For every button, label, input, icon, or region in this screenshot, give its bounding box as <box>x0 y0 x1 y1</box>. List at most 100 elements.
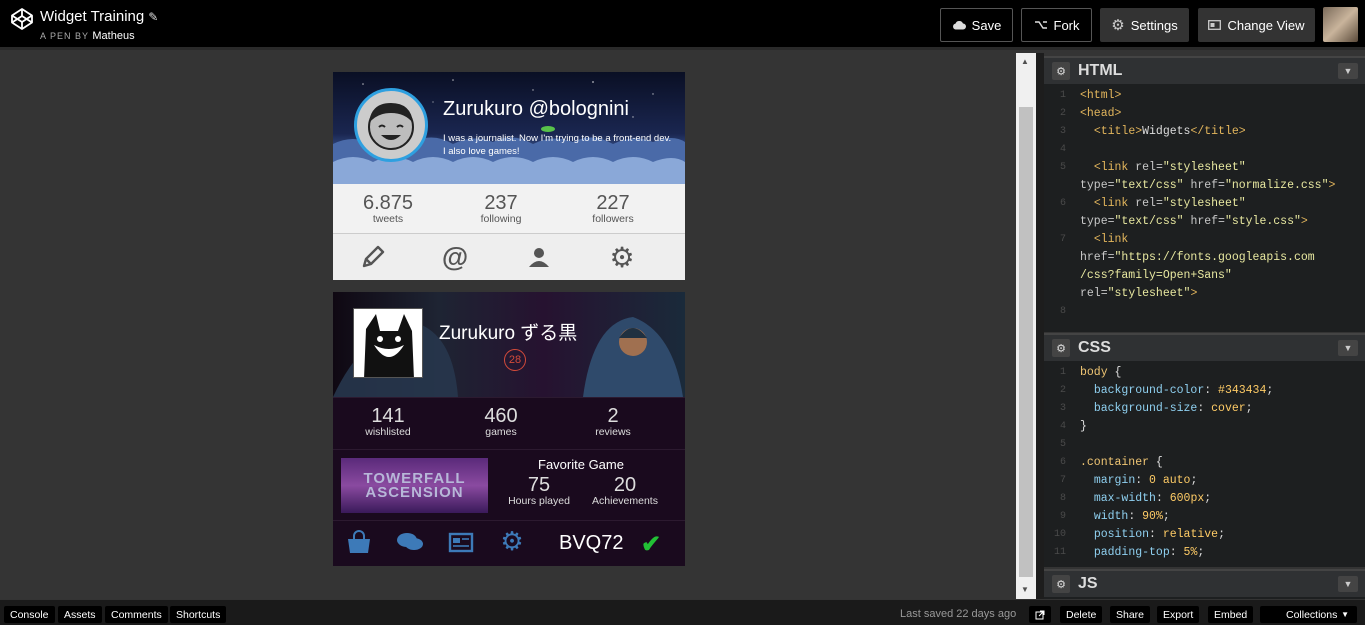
fork-label: Fork <box>1053 17 1080 33</box>
stat-value: 20 <box>613 474 637 496</box>
html-code[interactable]: 1 <html> 2 <head> 3 <title>Widgets</title>… <box>1044 84 1365 321</box>
bottom-bar: Console Assets Comments Shortcuts Last s… <box>0 599 1365 625</box>
chevron-down-icon[interactable]: ▼ <box>1338 63 1358 79</box>
twitter-actions: @ ⚙ <box>333 235 685 280</box>
stat-value: 2 <box>607 405 619 427</box>
chevron-down-icon[interactable]: ▼ <box>1338 340 1358 356</box>
stat-achievements: 20 Achievements <box>570 474 680 507</box>
fork-icon <box>1034 21 1047 29</box>
js-panel-title: JS <box>1078 575 1098 592</box>
top-bar: Widget Training ✎ A PEN BY Matheus Save F… <box>0 0 1365 50</box>
external-link-icon[interactable] <box>1029 606 1051 623</box>
at-icon[interactable]: @ <box>439 242 471 272</box>
stat-value: 237 <box>484 192 518 214</box>
stat-reviews[interactable]: 2 reviews <box>558 405 668 438</box>
html-panel-header: ⚙ HTML ▼ <box>1044 56 1365 84</box>
last-saved-text: Last saved 22 days ago <box>900 608 1017 620</box>
level-badge: 28 <box>504 349 526 371</box>
scroll-down-icon[interactable]: ▼ <box>1021 585 1029 594</box>
profile-bio: I was a journalist. Now I'm trying to be… <box>443 133 672 157</box>
js-settings-icon[interactable]: ⚙ <box>1052 575 1070 593</box>
scroll-up-icon[interactable]: ▲ <box>1021 57 1029 66</box>
byline-prefix: A PEN BY <box>40 31 89 41</box>
stat-label: following <box>480 213 522 225</box>
share-button[interactable]: Share <box>1110 606 1151 623</box>
steam-actions: ⚙ BVQ72 ✔ <box>333 520 685 566</box>
steam-widget: Zurukuro ずる黒 28 141 wishlisted 460 games… <box>333 292 685 566</box>
css-editor-panel: ⚙ CSS ▼ 1 body { 2 background-color: #343… <box>1044 333 1365 567</box>
favorite-game: TOWERFALL ASCENSION Favorite Game 75 Hou… <box>333 449 685 517</box>
stat-games[interactable]: 460 games <box>446 405 556 438</box>
preview-scrollbar[interactable]: ▲ ▼ <box>1016 53 1036 599</box>
shopping-bag-icon[interactable] <box>343 528 375 556</box>
save-button[interactable]: Save <box>940 8 1013 42</box>
pen-title[interactable]: Widget Training ✎ <box>40 8 158 25</box>
collections-label: Collections <box>1286 608 1338 621</box>
news-icon[interactable] <box>445 528 477 556</box>
stat-label: followers <box>592 213 634 225</box>
favorite-game-image[interactable]: TOWERFALL ASCENSION <box>341 458 488 513</box>
twitter-stats: 6.875 tweets 237 following 227 followers <box>333 184 685 234</box>
comments-button[interactable]: Comments <box>105 606 168 623</box>
export-button[interactable]: Export <box>1157 606 1200 623</box>
settings-gear-icon: ⚙ <box>1111 17 1125 34</box>
cloud-icon <box>952 20 966 30</box>
stat-label: tweets <box>372 213 404 225</box>
collections-dropdown[interactable]: Collections ▼ <box>1260 606 1357 623</box>
favorite-game-image-text-2: ASCENSION <box>365 483 464 501</box>
cartoon-face-art <box>368 103 414 150</box>
settings-button[interactable]: ⚙ Settings <box>1100 8 1189 42</box>
html-panel-title: HTML <box>1078 62 1123 79</box>
author-link[interactable]: Matheus <box>92 30 134 42</box>
stat-value: 141 <box>371 405 405 427</box>
embed-button[interactable]: Embed <box>1208 606 1254 623</box>
user-avatar[interactable] <box>1323 7 1358 42</box>
gear-icon[interactable]: ⚙ <box>606 242 638 273</box>
stat-wishlisted[interactable]: 141 wishlisted <box>333 405 443 438</box>
fork-button[interactable]: Fork <box>1021 8 1092 42</box>
layout-icon <box>1208 20 1222 30</box>
pen-title-text[interactable]: Widget Training <box>40 8 144 25</box>
stat-label: wishlisted <box>365 426 411 438</box>
chevron-down-icon[interactable]: ▼ <box>1338 576 1358 592</box>
console-button[interactable]: Console <box>4 606 55 623</box>
css-settings-icon[interactable]: ⚙ <box>1052 339 1070 357</box>
stat-label: Achievements <box>592 495 658 507</box>
stat-following[interactable]: 237 following <box>446 192 556 225</box>
byline: A PEN BY Matheus <box>40 30 135 42</box>
delete-button[interactable]: Delete <box>1060 606 1103 623</box>
favorite-game-title: Favorite Game <box>538 457 624 472</box>
chat-icon[interactable] <box>394 528 426 556</box>
steam-avatar[interactable] <box>353 308 423 378</box>
check-icon[interactable]: ✔ <box>641 530 661 559</box>
steam-code: BVQ72 <box>559 532 624 554</box>
steam-banner: Zurukuro ずる黒 28 <box>333 292 685 397</box>
change-view-button[interactable]: Change View <box>1198 8 1315 42</box>
html-settings-icon[interactable]: ⚙ <box>1052 62 1070 80</box>
profile-avatar[interactable] <box>354 88 428 162</box>
codepen-logo-icon[interactable] <box>10 7 34 31</box>
gears-icon[interactable]: ⚙ <box>496 526 528 556</box>
steam-name: Zurukuro ずる黒 <box>439 323 578 344</box>
twitter-widget: Zurukuro @bolognini I was a journalist. … <box>333 72 685 280</box>
result-preview: Zurukuro @bolognini I was a journalist. … <box>0 53 1016 599</box>
css-code[interactable]: 1 body { 2 background-color: #343434; 3 b… <box>1044 361 1365 562</box>
stat-tweets[interactable]: 6.875 tweets <box>333 192 443 225</box>
stat-value: 227 <box>596 192 630 214</box>
profile-name: Zurukuro @bolognini <box>443 98 629 120</box>
user-icon[interactable] <box>523 243 555 271</box>
css-panel-title: CSS <box>1078 339 1111 356</box>
resize-handle[interactable] <box>1036 53 1044 599</box>
shortcuts-button[interactable]: Shortcuts <box>170 606 227 623</box>
pencil-icon[interactable] <box>357 243 389 271</box>
stat-label: reviews <box>595 426 631 438</box>
stat-label: games <box>485 426 517 438</box>
stat-followers[interactable]: 227 followers <box>558 192 668 225</box>
stat-value: 460 <box>484 405 518 427</box>
scroll-thumb[interactable] <box>1019 107 1033 577</box>
stat-value: 6.875 <box>362 192 414 214</box>
chevron-down-icon: ▼ <box>1341 610 1349 619</box>
html-editor-panel: ⚙ HTML ▼ 1 <html> 2 <head> 3 <title>Widget… <box>1044 56 1365 332</box>
assets-button[interactable]: Assets <box>58 606 102 623</box>
edit-title-icon[interactable]: ✎ <box>148 10 158 24</box>
